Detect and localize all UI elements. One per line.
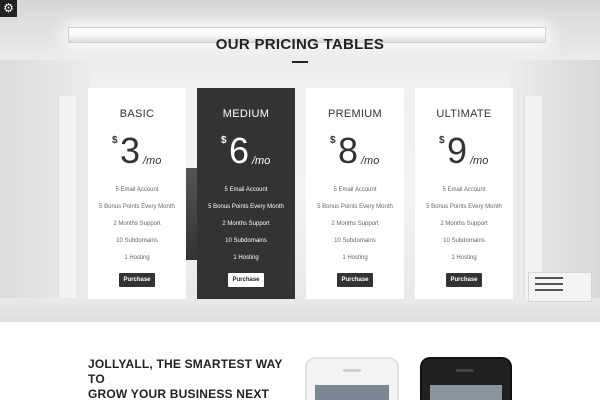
price-currency: $ [330,135,336,146]
promo-tagline-line-2: GROW YOUR BUSINESS NEXT LEVEL! [88,387,270,400]
plan-feature-item: 5 Email Account [115,187,159,193]
promo-tagline-line-1: JOLLYALL, THE SMARTEST WAY TO [88,357,283,386]
wall-column-left [58,96,76,322]
plan-price: $6/mo [197,130,295,173]
price-amount: 6 [229,130,250,171]
floor-photo [0,298,600,322]
plan-name: BASIC [119,108,155,120]
purchase-button[interactable]: Purchase [228,273,264,287]
phone-speaker [456,369,474,372]
plan-features-list: 5 Email Account 5 Bonus Points Every Mont… [415,182,513,267]
plan-feature-item: 10 Subdomains [225,238,267,244]
plan-feature-item: 2 Months Support [113,221,161,227]
plan-feature-item: 5 Email Account [224,187,268,193]
price-currency: $ [221,135,227,146]
plan-feature-item: 10 Subdomains [443,238,485,244]
plan-feature-item: 1 Hosting [342,255,368,261]
plan-price: $9/mo [415,130,513,173]
plan-name: PREMIUM [327,108,383,120]
plan-feature-item: 2 Months Support [440,221,488,227]
promo-tagline: JOLLYALL, THE SMARTEST WAY TO GROW YOUR … [88,357,298,400]
pricing-card-ultimate: ULTIMATE $9/mo 5 Email Account 5 Bonus Poin… [415,88,513,299]
price-amount: 3 [120,130,141,171]
plan-price: $8/mo [306,130,404,173]
phone-screen [315,385,389,400]
plan-feature-item: 5 Bonus Points Every Month [208,204,284,210]
white-phone-image [305,357,399,400]
price-period: /mo [143,155,162,167]
pricing-card-premium: PREMIUM $8/mo 5 Email Account 5 Bonus Point… [306,88,404,299]
price-period: /mo [470,155,489,167]
phone-speaker [343,369,361,372]
black-phone-image [420,357,512,400]
phone-screen [430,385,502,400]
plan-feature-item: 5 Bonus Points Every Month [317,204,393,210]
plan-features-list: 5 Email Account 5 Bonus Points Every Mont… [88,182,186,267]
plan-feature-item: 2 Months Support [222,221,270,227]
price-currency: $ [439,135,445,146]
radiator-photo [528,272,592,302]
price-amount: 8 [338,130,359,171]
plan-feature-item: 1 Hosting [233,255,259,261]
pricing-card-medium: MEDIUM $6/mo 5 Email Account 5 Bonus Points… [197,88,295,299]
price-amount: 9 [447,130,468,171]
pricing-card-basic: BASIC $3/mo 5 Email Account 5 Bonus Points … [88,88,186,299]
plan-feature-item: 5 Bonus Points Every Month [99,204,175,210]
purchase-button[interactable]: Purchase [119,273,155,287]
left-wall-photo [0,60,90,322]
price-currency: $ [112,135,118,146]
plan-feature-item: 5 Email Account [333,187,377,193]
plan-feature-item: 10 Subdomains [334,238,376,244]
gear-icon: ⚙ [3,1,14,15]
plan-features-list: 5 Email Account 5 Bonus Points Every Mont… [197,182,295,267]
plan-feature-item: 2 Months Support [331,221,379,227]
plan-features-list: 5 Email Account 5 Bonus Points Every Mont… [306,182,404,267]
plan-feature-item: 1 Hosting [451,255,477,261]
plan-price: $3/mo [88,130,186,173]
purchase-button[interactable]: Purchase [337,273,373,287]
settings-gear-button[interactable]: ⚙ [0,0,17,17]
price-period: /mo [361,155,380,167]
plan-feature-item: 10 Subdomains [116,238,158,244]
title-underline-divider [292,61,308,63]
plan-feature-item: 5 Bonus Points Every Month [426,204,502,210]
purchase-button[interactable]: Purchase [446,273,482,287]
plan-feature-item: 1 Hosting [124,255,150,261]
plan-feature-item: 5 Email Account [442,187,486,193]
plan-name: MEDIUM [222,108,270,120]
price-period: /mo [252,155,271,167]
plan-name: ULTIMATE [436,108,492,120]
pricing-section-title: OUR PRICING TABLES [215,36,385,53]
